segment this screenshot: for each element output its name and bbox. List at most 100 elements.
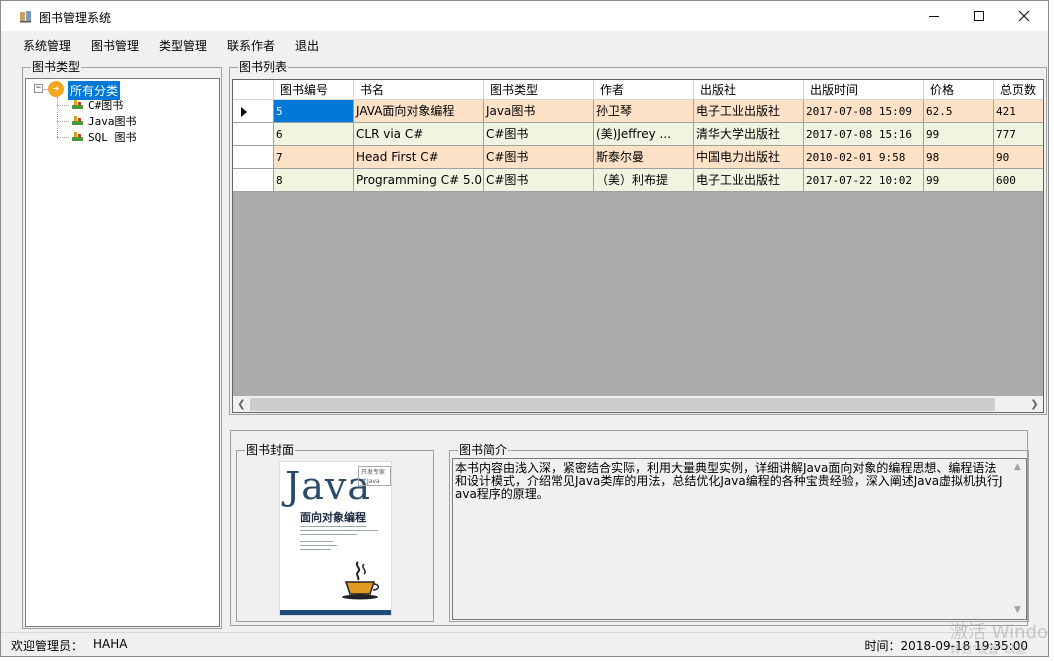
column-header[interactable]: 价格 <box>924 80 994 100</box>
tree-collapse-toggle[interactable]: − <box>34 84 43 93</box>
book-grid[interactable]: 图书编号 书名 图书类型 作者 出版社 出版时间 价格 总页数 5 JAVA面向对象编程 Java… <box>232 79 1044 413</box>
grid-body: 图书编号 书名 图书类型 作者 出版社 出版时间 价格 总页数 5 JAVA面向对象编程 Java… <box>233 80 1043 398</box>
table-cell[interactable]: Java图书 <box>484 100 594 123</box>
column-header[interactable]: 总页数 <box>994 80 1043 100</box>
status-bar: 欢迎管理员： HAHA 时间：2018-09-18 19:35:00 <box>1 632 1048 656</box>
table-cell[interactable]: 2017-07-08 15:09 <box>804 100 924 123</box>
app-icon <box>20 11 31 23</box>
table-cell[interactable]: 2010-02-01 9:58 <box>804 146 924 169</box>
scroll-down-icon[interactable]: ▼ <box>1009 602 1026 619</box>
menu-bar: 系统管理 图书管理 类型管理 联系作者 退出 <box>1 32 1048 56</box>
intro-text: 本书内容由浅入深，紧密结合实际，利用大量典型实例，详细讲解Java面向对象的编程… <box>455 461 1003 501</box>
table-cell[interactable]: 7 <box>274 146 354 169</box>
scroll-left-icon[interactable]: ❮ <box>233 396 250 412</box>
table-cell[interactable]: CLR via C# <box>354 123 484 146</box>
column-header[interactable]: 图书编号 <box>274 80 354 100</box>
tree-connector <box>57 121 69 122</box>
vertical-scrollbar[interactable]: ▲ ▼ <box>1009 459 1026 619</box>
scroll-up-icon[interactable]: ▲ <box>1009 459 1026 476</box>
table-cell[interactable]: C#图书 <box>484 123 594 146</box>
maximize-icon <box>974 11 984 21</box>
category-icon <box>72 116 83 125</box>
table-row[interactable]: 7 Head First C# C#图书 斯泰尔曼 中国电力出版社 2010-02-01 … <box>233 146 1043 169</box>
cover-series-tag: 开发专家之Java <box>358 466 391 486</box>
menu-system[interactable]: 系统管理 <box>23 37 71 54</box>
scroll-thumb[interactable] <box>250 398 995 411</box>
table-cell[interactable]: 6 <box>274 123 354 146</box>
menu-exit[interactable]: 退出 <box>295 37 319 54</box>
row-header[interactable] <box>233 123 274 146</box>
table-cell[interactable]: 中国电力出版社 <box>694 146 804 169</box>
title-bar[interactable]: 图书管理系统 <box>1 1 1048 31</box>
category-icon <box>72 132 83 141</box>
table-row[interactable]: 5 JAVA面向对象编程 Java图书 孙卫琴 电子工业出版社 2017-07-08 15… <box>233 100 1043 123</box>
table-cell[interactable]: 2017-07-22 10:02 <box>804 169 924 192</box>
group-title-types: 图书类型 <box>31 60 82 74</box>
table-cell[interactable]: C#图书 <box>484 169 594 192</box>
column-header[interactable]: 作者 <box>594 80 694 100</box>
type-tree[interactable]: − ➔ 所有分类 C#图书 Java图书 SQL 图书 <box>25 78 220 627</box>
menu-types[interactable]: 类型管理 <box>159 37 207 54</box>
tree-node-sql[interactable]: SQL 图书 <box>88 129 137 145</box>
table-cell[interactable]: 5 <box>274 100 354 123</box>
tree-node-java[interactable]: Java图书 <box>88 113 137 129</box>
status-welcome: 欢迎管理员： <box>11 639 84 653</box>
minimize-icon <box>929 15 939 17</box>
table-cell[interactable]: 600 <box>994 169 1043 192</box>
cover-text-lines <box>300 526 382 553</box>
table-row[interactable]: 8 Programming C# 5.0 C#图书 （美）利布提 电子工业出版社 2017… <box>233 169 1043 192</box>
table-cell[interactable]: 斯泰尔曼 <box>594 146 694 169</box>
column-header[interactable]: 图书类型 <box>484 80 594 100</box>
table-row[interactable]: 6 CLR via C# C#图书 (美)Jeffrey ... 清华大学出版社 2017… <box>233 123 1043 146</box>
table-cell[interactable]: 777 <box>994 123 1043 146</box>
intro-textbox[interactable]: 本书内容由浅入深，紧密结合实际，利用大量典型实例，详细讲解Java面向对象的编程… <box>452 458 1027 620</box>
minimize-button[interactable] <box>911 1 957 31</box>
column-header[interactable]: 书名 <box>354 80 484 100</box>
table-cell[interactable]: （美）利布提 <box>594 169 694 192</box>
grid-corner-header[interactable] <box>233 80 274 100</box>
table-cell[interactable]: Head First C# <box>354 146 484 169</box>
menu-contact[interactable]: 联系作者 <box>227 37 275 54</box>
table-cell[interactable]: Programming C# 5.0 <box>354 169 484 192</box>
group-title-list: 图书列表 <box>238 60 289 74</box>
table-cell[interactable]: 99 <box>924 123 994 146</box>
current-row-icon <box>241 107 247 117</box>
scroll-right-icon[interactable]: ❯ <box>1026 396 1043 412</box>
column-header[interactable]: 出版时间 <box>804 80 924 100</box>
main-window: 图书管理系统 系统管理 图书管理 类型管理 联系作者 退出 图书类型 − ➔ 所… <box>0 0 1049 657</box>
grid-header: 图书编号 书名 图书类型 作者 出版社 出版时间 价格 总页数 <box>233 80 1043 100</box>
table-cell[interactable]: 电子工业出版社 <box>694 100 804 123</box>
table-cell[interactable]: 62.5 <box>924 100 994 123</box>
window-title: 图书管理系统 <box>39 11 112 25</box>
table-cell[interactable]: 清华大学出版社 <box>694 123 804 146</box>
table-cell[interactable]: 421 <box>994 100 1043 123</box>
close-button[interactable] <box>1001 1 1047 31</box>
coffee-cup-icon <box>342 561 380 600</box>
table-cell[interactable]: 8 <box>274 169 354 192</box>
horizontal-scrollbar[interactable]: ❮ ❯ <box>233 396 1043 412</box>
table-cell[interactable]: 99 <box>924 169 994 192</box>
tree-node-csharp[interactable]: C#图书 <box>88 97 123 113</box>
row-header[interactable] <box>233 100 274 123</box>
table-cell[interactable]: 98 <box>924 146 994 169</box>
tree-connector <box>57 105 69 106</box>
group-title-cover: 图书封面 <box>245 443 296 457</box>
folder-arrow-icon: ➔ <box>48 81 64 97</box>
table-cell[interactable]: (美)Jeffrey ... <box>594 123 694 146</box>
table-cell[interactable]: JAVA面向对象编程 <box>354 100 484 123</box>
activation-watermark-hint: 转到"设置"以激 <box>950 643 1027 656</box>
table-cell[interactable]: 孙卫琴 <box>594 100 694 123</box>
tree-connector-vertical <box>57 97 58 137</box>
table-cell[interactable]: 90 <box>994 146 1043 169</box>
tree-connector <box>57 137 69 138</box>
category-icon <box>72 100 83 109</box>
column-header[interactable]: 出版社 <box>694 80 804 100</box>
close-icon <box>1018 10 1030 22</box>
maximize-button[interactable] <box>956 1 1002 31</box>
menu-books[interactable]: 图书管理 <box>91 37 139 54</box>
table-cell[interactable]: 2017-07-08 15:16 <box>804 123 924 146</box>
row-header[interactable] <box>233 169 274 192</box>
table-cell[interactable]: 电子工业出版社 <box>694 169 804 192</box>
table-cell[interactable]: C#图书 <box>484 146 594 169</box>
row-header[interactable] <box>233 146 274 169</box>
